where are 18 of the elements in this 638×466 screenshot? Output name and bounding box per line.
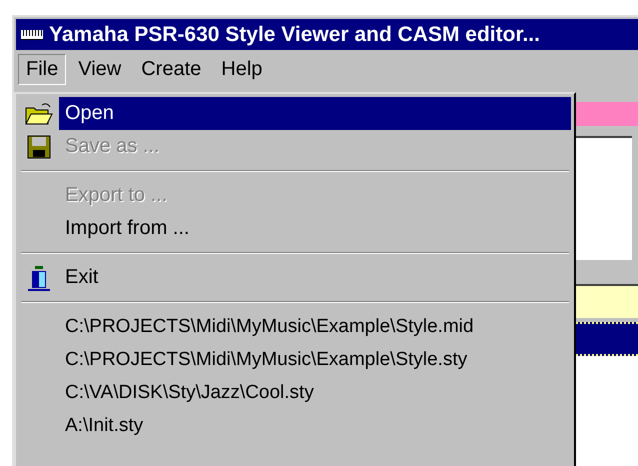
folder-icon (24, 102, 54, 126)
menu-item[interactable]: Help (213, 54, 270, 84)
menu-command[interactable]: Open (59, 97, 571, 130)
menu-item[interactable]: File (18, 54, 66, 84)
menu-command[interactable]: Import from ... (59, 212, 571, 245)
menu-item[interactable]: Create (133, 54, 210, 84)
door-exit-icon (26, 264, 52, 290)
recent-file-item[interactable]: C:\VA\DISK\Sty\Jazz\Cool.sty (59, 376, 571, 409)
keyboard-icon (21, 30, 43, 40)
recent-file-item[interactable]: C:\PROJECTS\Midi\MyMusic\Example\Style.mid (59, 310, 571, 343)
selected-row (576, 322, 638, 356)
menu-item[interactable]: View (70, 54, 130, 84)
recent-file-item[interactable]: A:\Init.sty (59, 409, 571, 442)
info-strip (576, 284, 638, 318)
recent-file-item[interactable]: C:\PROJECTS\Midi\MyMusic\Example\Style.sty (59, 343, 571, 376)
menu-command[interactable]: Exit (59, 261, 571, 294)
header-strip (576, 102, 638, 126)
window-title: Yamaha PSR-630 Style Viewer and CASM editor... (49, 22, 540, 46)
